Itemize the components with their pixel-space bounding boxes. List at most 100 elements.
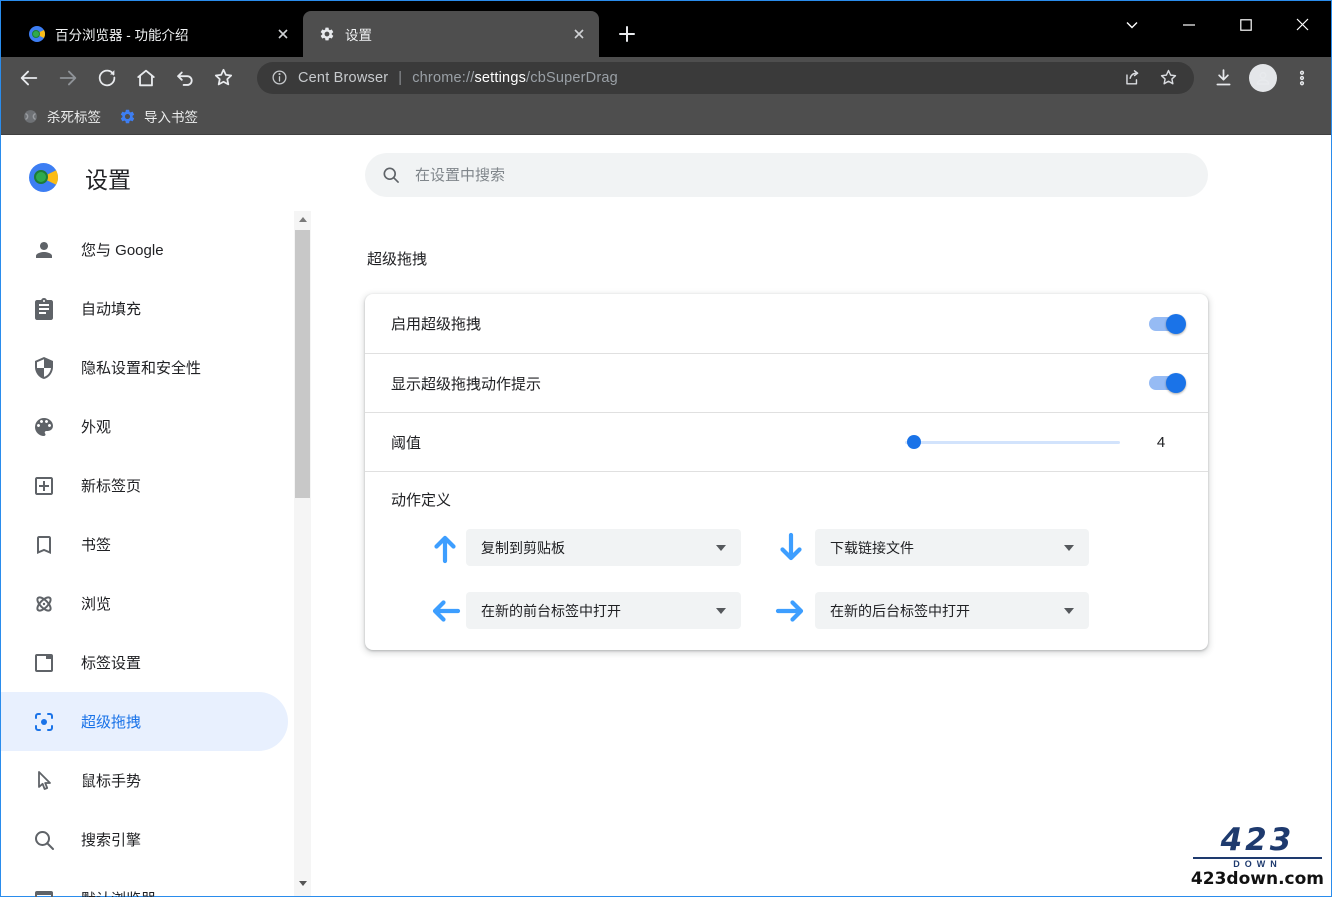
settings-page: 设置 您与 Google 自动填充 隐私设置和安全性 外观 [1, 135, 1331, 896]
tab-title: 设置 [345, 24, 569, 44]
sidebar-item-privacy-security[interactable]: 隐私设置和安全性 [1, 338, 288, 397]
sidebar-header: 设置 [1, 135, 312, 220]
bookmark-import[interactable]: 导入书签 [110, 103, 207, 129]
enable-super-drag-toggle[interactable] [1149, 317, 1183, 331]
sidebar-item-super-drag[interactable]: 超级拖拽 [1, 692, 288, 751]
sidebar-item-search-engine[interactable]: 搜索引擎 [1, 810, 288, 869]
bookmark-label: 杀死标签 [47, 106, 101, 126]
sidebar-item-tab-settings[interactable]: 标签设置 [1, 633, 288, 692]
search-input[interactable] [415, 167, 1192, 184]
new-tab-button[interactable] [613, 20, 641, 48]
sidebar-item-mouse-gestures[interactable]: 鼠标手势 [1, 751, 288, 810]
action-definitions: 动作定义 复制到剪贴板 下载链接文件 [365, 471, 1208, 650]
close-window-button[interactable] [1274, 1, 1331, 48]
arrow-down-icon [773, 530, 809, 566]
menu-dots-icon[interactable] [1282, 60, 1321, 96]
settings-search[interactable] [365, 153, 1208, 197]
chevron-down-icon [1064, 545, 1074, 551]
tab-close-icon[interactable] [273, 24, 293, 44]
bookmark-kill-tab[interactable]: 杀死标签 [13, 103, 110, 129]
magnifier-icon [32, 828, 56, 852]
action-row: 复制到剪贴板 下载链接文件 [391, 529, 1183, 566]
row-label: 启用超级拖拽 [391, 313, 481, 334]
sidebar-menu: 您与 Google 自动填充 隐私设置和安全性 外观 新标签页 [1, 220, 312, 897]
sidebar-scrollbar[interactable] [294, 211, 311, 896]
drag-left-action-select[interactable]: 在新的前台标签中打开 [466, 592, 741, 629]
drag-down-action-select[interactable]: 下载链接文件 [815, 529, 1089, 566]
show-drag-hint-toggle[interactable] [1149, 376, 1183, 390]
watermark-site: 423down.com [1191, 871, 1324, 888]
sidebar-item-browsing[interactable]: 浏览 [1, 574, 288, 633]
tab-strip: 百分浏览器 - 功能介绍 设置 [1, 1, 1331, 57]
browser-window: 百分浏览器 - 功能介绍 设置 [0, 0, 1332, 897]
address-bar[interactable]: Cent Browser|chrome://settings/cbSuperDr… [257, 62, 1194, 94]
tab-icon [32, 651, 56, 675]
shield-icon [32, 356, 56, 380]
watermark-sub: DOWN [1193, 857, 1322, 869]
slider-knob[interactable] [907, 435, 921, 449]
atom-icon [32, 592, 56, 616]
tab-search-chevron-icon[interactable] [1103, 1, 1160, 48]
bookmark-label: 导入书签 [144, 106, 198, 126]
row-label: 显示超级拖拽动作提示 [391, 373, 541, 394]
gear-favicon-icon [319, 26, 335, 42]
tab-settings[interactable]: 设置 [303, 11, 599, 57]
sidebar-item-default-browser[interactable]: 默认浏览器 [1, 869, 288, 897]
watermark-logo: 423 [1191, 825, 1324, 856]
sidebar-item-bookmarks[interactable]: 书签 [1, 515, 288, 574]
arrow-left-icon [427, 593, 463, 629]
sidebar-item-appearance[interactable]: 外观 [1, 397, 288, 456]
drag-right-action-select[interactable]: 在新的后台标签中打开 [815, 592, 1089, 629]
sidebar-scrollbar-thumb[interactable] [295, 230, 310, 498]
row-show-hint: 显示超级拖拽动作提示 [365, 353, 1208, 412]
reload-button[interactable] [87, 60, 126, 96]
home-button[interactable] [126, 60, 165, 96]
tab-close-icon[interactable] [569, 24, 589, 44]
bookmark-star-button[interactable] [204, 60, 243, 96]
share-icon[interactable] [1114, 64, 1150, 92]
palette-icon [32, 415, 56, 439]
arrow-right-icon [773, 593, 809, 629]
sidebar-item-you-and-google[interactable]: 您与 Google [1, 220, 288, 279]
forward-button[interactable] [48, 60, 87, 96]
sidebar-item-autofill[interactable]: 自动填充 [1, 279, 288, 338]
settings-sidebar: 设置 您与 Google 自动填充 隐私设置和安全性 外观 [1, 135, 312, 896]
tab-cent-intro[interactable]: 百分浏览器 - 功能介绍 [13, 11, 303, 57]
settings-main: 超级拖拽 启用超级拖拽 显示超级拖拽动作提示 阈值 4 [312, 135, 1331, 896]
action-row: 在新的前台标签中打开 在新的后台标签中打开 [391, 592, 1183, 629]
window-controls [1103, 1, 1331, 57]
row-enable-super-drag: 启用超级拖拽 [365, 294, 1208, 353]
section-title: 超级拖拽 [367, 248, 1331, 269]
browser-window-icon [32, 887, 56, 897]
toolbar-right-group [1204, 60, 1321, 96]
search-icon [381, 165, 401, 185]
drag-up-action-select[interactable]: 复制到剪贴板 [466, 529, 741, 566]
back-button[interactable] [9, 60, 48, 96]
super-drag-card: 启用超级拖拽 显示超级拖拽动作提示 阈值 4 动作定义 [365, 294, 1208, 650]
chevron-down-icon [1064, 608, 1074, 614]
arrow-up-icon [427, 530, 463, 566]
maximize-button[interactable] [1217, 1, 1274, 48]
sidebar-item-new-tab-page[interactable]: 新标签页 [1, 456, 288, 515]
cent-browser-logo-icon [29, 163, 58, 192]
new-tab-plus-icon [32, 474, 56, 498]
actions-title: 动作定义 [391, 489, 1183, 510]
page-info-icon[interactable] [271, 69, 288, 86]
threshold-slider[interactable] [905, 434, 1120, 450]
minimize-button[interactable] [1160, 1, 1217, 48]
page-title: 设置 [85, 161, 131, 195]
cent-browser-favicon-icon [29, 26, 45, 42]
profile-avatar[interactable] [1243, 60, 1282, 96]
bookmarks-bar: 杀死标签 导入书签 [1, 98, 1331, 135]
scrollbar-up-arrow[interactable] [294, 211, 311, 228]
bookmark-this-page-star-icon[interactable] [1150, 64, 1186, 92]
bookmark-icon [32, 533, 56, 557]
downloads-button[interactable] [1204, 60, 1243, 96]
blue-gear-favicon-icon [119, 108, 136, 125]
clipboard-icon [32, 297, 56, 321]
person-icon [32, 238, 56, 262]
row-label: 阈值 [391, 432, 421, 453]
scrollbar-down-arrow[interactable] [294, 875, 311, 892]
undo-close-tab-button[interactable] [165, 60, 204, 96]
row-threshold: 阈值 4 [365, 412, 1208, 471]
